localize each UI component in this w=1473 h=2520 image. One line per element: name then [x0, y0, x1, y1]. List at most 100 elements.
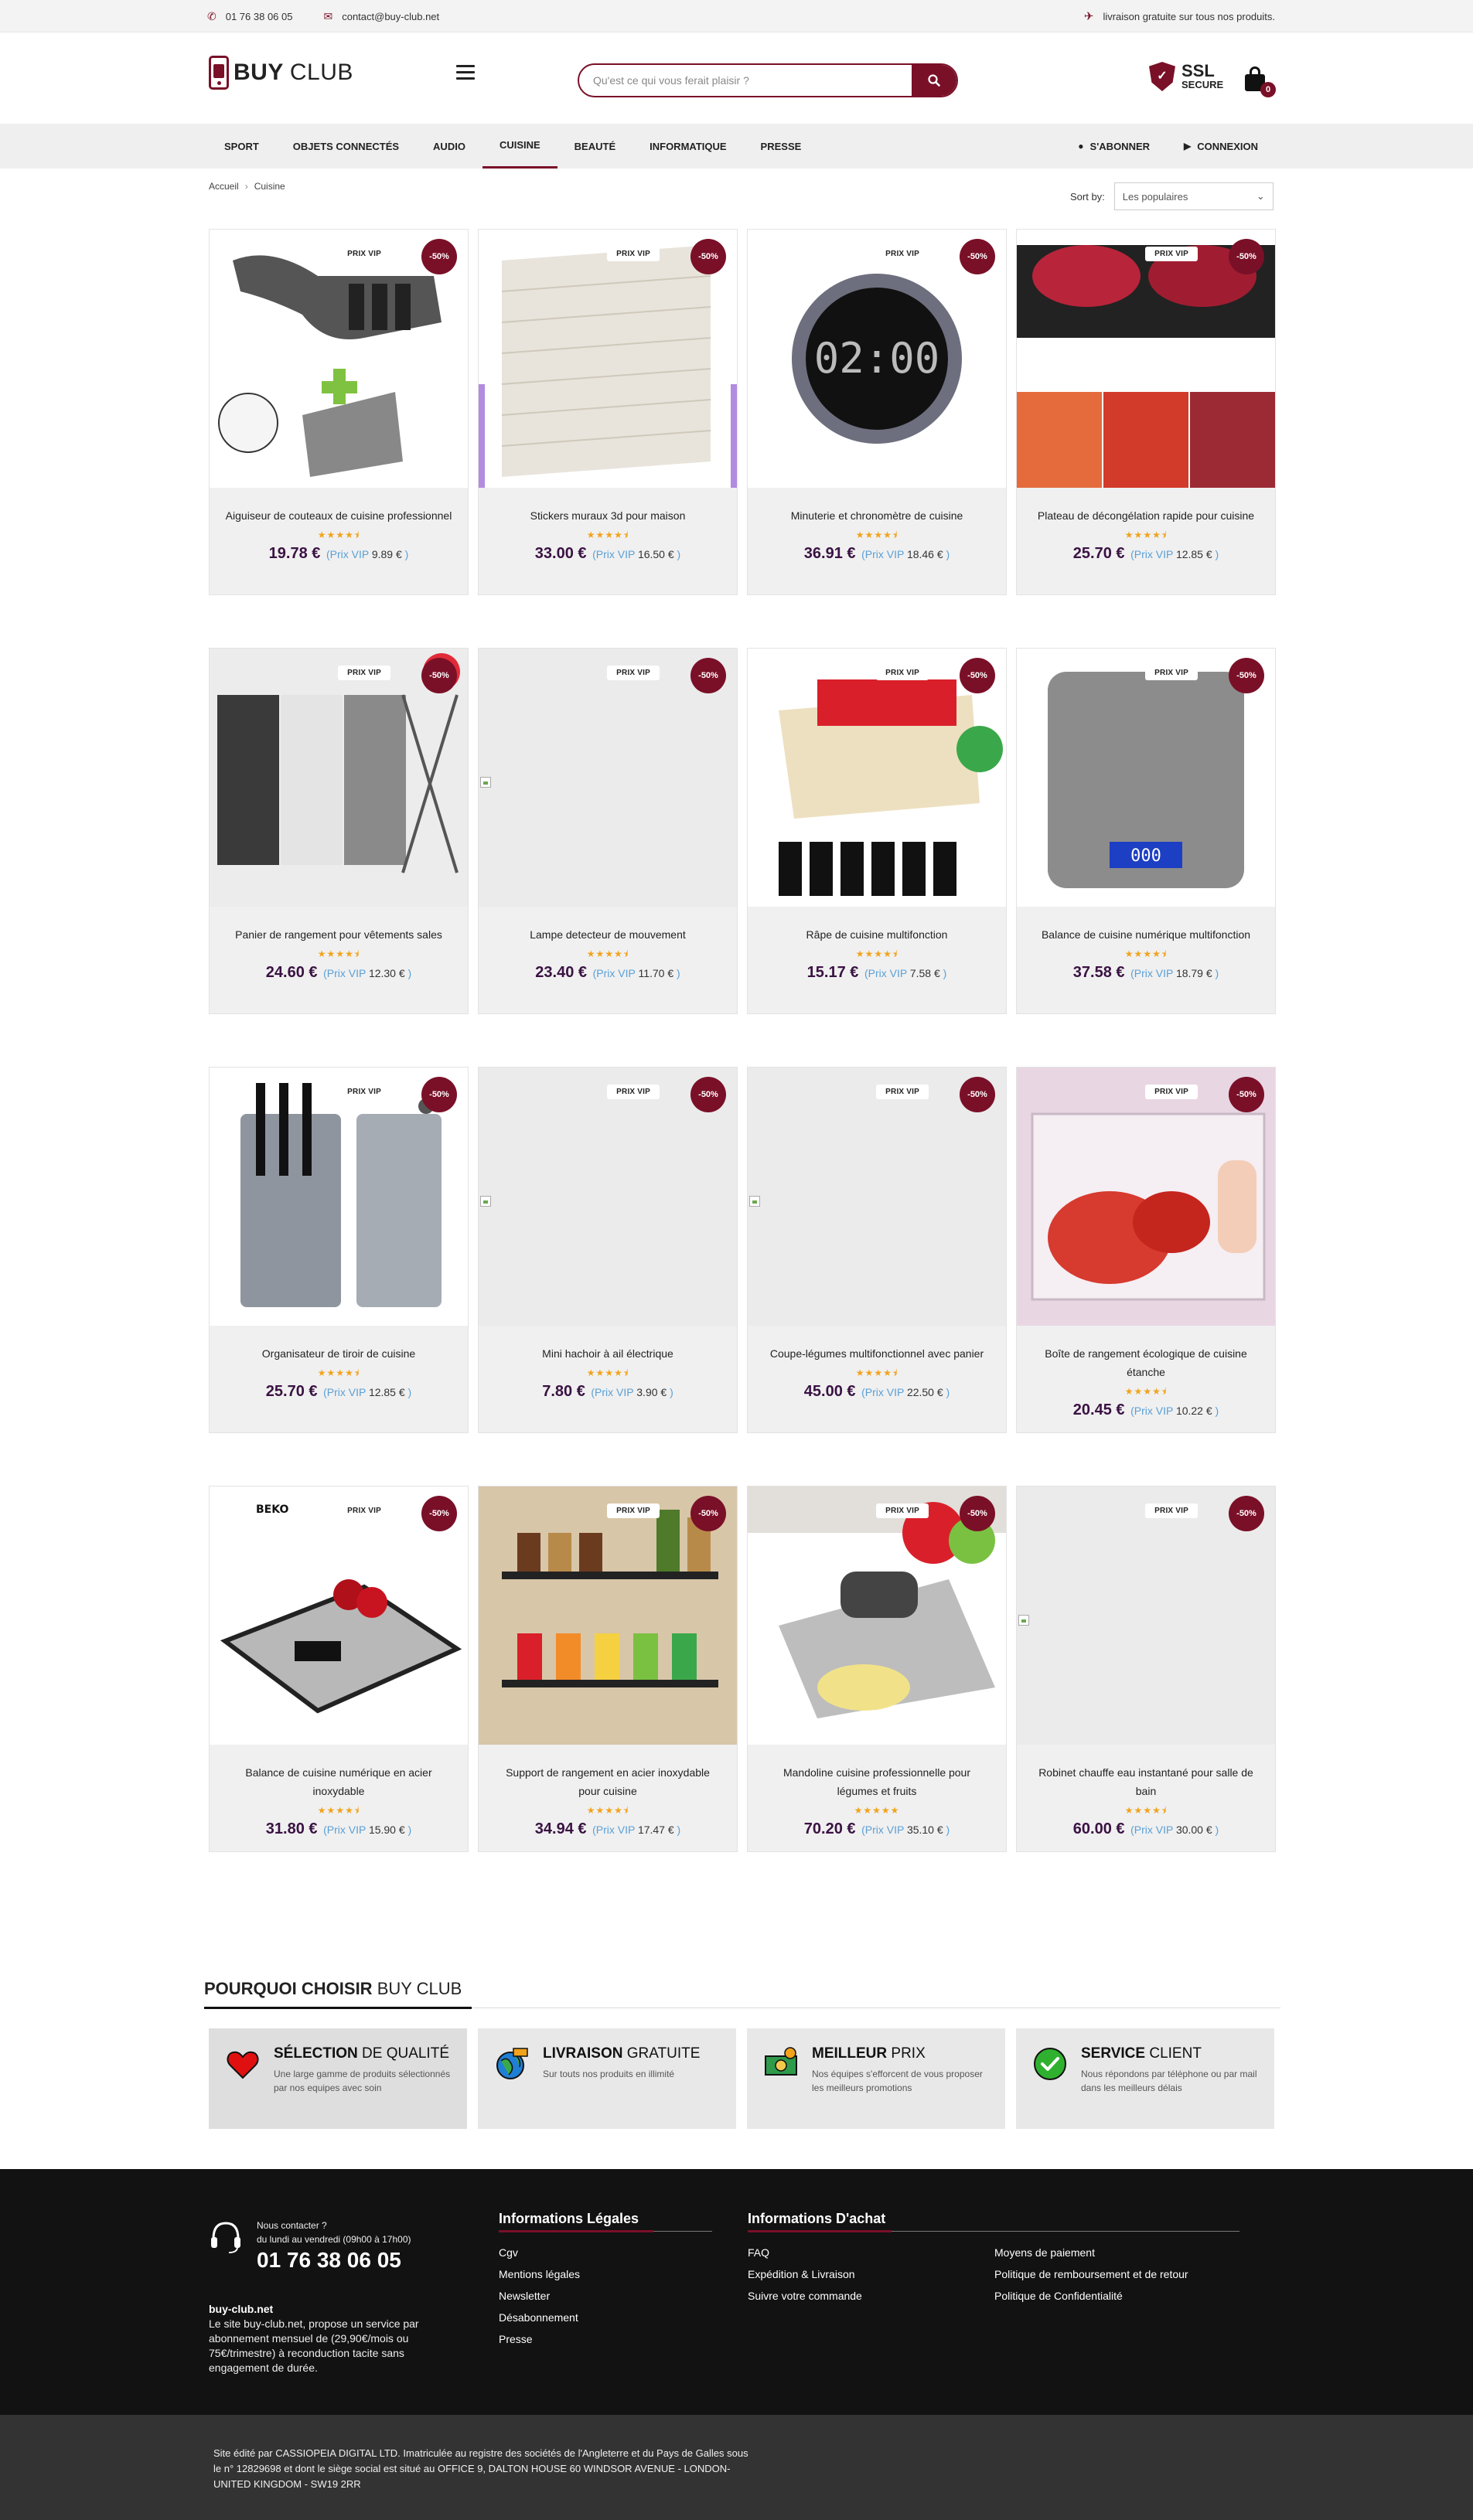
site-logo[interactable]: BUY CLUB: [209, 56, 353, 90]
search-input[interactable]: [579, 65, 912, 96]
product-card[interactable]: 02:00 PRIX VIP -50% Minuterie et chronomètr…: [747, 229, 1007, 595]
product-card[interactable]: PRIX VIP -50% Robinet chauffe eau instanta…: [1016, 1486, 1276, 1852]
search-button[interactable]: [912, 65, 956, 96]
footer-link-confidentialite[interactable]: Politique de Confidentialité: [994, 2290, 1123, 2302]
product-name[interactable]: Coupe-légumes multifonctionnel avec pani…: [763, 1344, 991, 1363]
vip-badge: PRIX VIP: [338, 666, 390, 680]
product-name[interactable]: Organisateur de tiroir de cuisine: [225, 1344, 452, 1363]
product-info: Organisateur de tiroir de cuisine ★★★★⯨ 25…: [225, 1344, 452, 1402]
product-card[interactable]: PRIX VIP -50% Organisateur de tiroir de cu…: [209, 1067, 469, 1433]
discount-badge: -50%: [960, 658, 995, 693]
globe-delivery-icon: [496, 2048, 528, 2079]
nav-item-sport[interactable]: SPORT: [207, 124, 276, 169]
product-name[interactable]: Stickers muraux 3d pour maison: [494, 506, 721, 525]
feature-delivery-text: Sur touts nos produits en illimité: [543, 2069, 675, 2079]
legal-accent: [499, 2230, 653, 2232]
product-name[interactable]: Panier de rangement pour vêtements sales: [225, 925, 452, 944]
vip-badge: PRIX VIP: [607, 247, 660, 261]
product-name[interactable]: Aiguiseur de couteaux de cuisine profess…: [225, 506, 452, 525]
login-label: CONNEXION: [1197, 140, 1258, 152]
vip-badge: PRIX VIP: [876, 1503, 929, 1518]
discount-badge: -50%: [690, 1077, 726, 1112]
menu-icon[interactable]: [456, 65, 475, 80]
product-name[interactable]: Support de rangement en acier inoxydable…: [494, 1763, 721, 1800]
site-footer: Nous contacter ? du lundi au vendredi (0…: [0, 2169, 1473, 2415]
product-name[interactable]: Boîte de rangement écologique de cuisine…: [1032, 1344, 1260, 1381]
product-card[interactable]: PRIX VIP -50% Mini hachoir à ail électriqu…: [478, 1067, 738, 1433]
product-card[interactable]: PRIX VIP -50% Coupe-légumes multifonctionn…: [747, 1067, 1007, 1433]
nav-item-audio[interactable]: AUDIO: [416, 124, 482, 169]
product-price: 15.17 €: [806, 964, 863, 981]
login-link[interactable]: ▶ CONNEXION: [1167, 124, 1275, 169]
footer-link-expedition[interactable]: Expédition & Livraison: [748, 2268, 855, 2280]
feature-service-light: CLIENT: [1149, 2045, 1202, 2062]
vip-price: 3.90 €: [636, 1386, 670, 1398]
money-icon: [765, 2047, 797, 2076]
product-price: 23.40 €: [535, 964, 592, 981]
vip-price: 18.46 €: [906, 548, 946, 560]
product-card[interactable]: PRIX VIP -50% Mandoline cuisine profession…: [747, 1486, 1007, 1852]
cart-button[interactable]: 0: [1243, 63, 1276, 97]
nav-item-beaute[interactable]: BEAUTÉ: [557, 124, 633, 169]
product-name[interactable]: Plateau de décongélation rapide pour cui…: [1032, 506, 1260, 525]
nav-item-informatique[interactable]: INFORMATIQUE: [633, 124, 743, 169]
vip-badge: PRIX VIP: [1145, 1503, 1198, 1518]
footer-link-faq[interactable]: FAQ: [748, 2246, 769, 2259]
nav-item-cuisine[interactable]: CUISINE: [482, 124, 557, 169]
product-card[interactable]: PRIX VIP -50% Support de rangement en acie…: [478, 1486, 738, 1852]
vip-price-close: ): [946, 548, 950, 560]
footer-link-desabonnement[interactable]: Désabonnement: [499, 2311, 578, 2324]
discount-badge: -50%: [1229, 1496, 1264, 1531]
product-card[interactable]: PRIX VIP -50% Stickers muraux 3d pour mais…: [478, 229, 738, 595]
discount-badge: -50%: [960, 1077, 995, 1112]
secure-label: SECURE: [1181, 79, 1224, 90]
footer-about: buy-club.net Le site buy-club.net, propo…: [209, 2302, 441, 2375]
footer-phone[interactable]: 01 76 38 06 05: [257, 2246, 411, 2274]
product-name[interactable]: Balance de cuisine numérique multifoncti…: [1032, 925, 1260, 944]
product-name[interactable]: Balance de cuisine numérique en acier in…: [225, 1763, 452, 1800]
breadcrumb-home[interactable]: Accueil: [209, 181, 239, 192]
vip-price: 12.30 €: [368, 967, 408, 979]
discount-badge: -50%: [421, 1496, 457, 1531]
product-card[interactable]: PRIX VIP -50% Boîte de rangement écologiqu…: [1016, 1067, 1276, 1433]
footer-link-cgv[interactable]: Cgv: [499, 2246, 518, 2259]
footer-link-presse[interactable]: Presse: [499, 2333, 533, 2345]
nav-item-objets-connectes[interactable]: OBJETS CONNECTÉS: [276, 124, 416, 169]
product-price-row: 70.20 € (Prix VIP 35.10 € ): [763, 1819, 991, 1840]
product-name[interactable]: Lampe detecteur de mouvement: [494, 925, 721, 944]
product-card[interactable]: BEKO PRIX VIP -50% Balance de cuisine numér…: [209, 1486, 469, 1852]
footer-link-paiement[interactable]: Moyens de paiement: [994, 2246, 1095, 2259]
footer-link-newsletter[interactable]: Newsletter: [499, 2290, 550, 2302]
product-name[interactable]: Mini hachoir à ail électrique: [494, 1344, 721, 1363]
vip-price: 7.58 €: [909, 967, 943, 979]
product-name[interactable]: Mandoline cuisine professionnelle pour l…: [763, 1763, 991, 1800]
product-name[interactable]: Robinet chauffe eau instantané pour sall…: [1032, 1763, 1260, 1800]
footer-link-mentions[interactable]: Mentions légales: [499, 2268, 580, 2280]
footer-link-remboursement[interactable]: Politique de remboursement et de retour: [994, 2268, 1188, 2280]
shield-icon: [1149, 62, 1175, 91]
discount-badge: -50%: [421, 239, 457, 274]
nav-item-presse[interactable]: PRESSE: [744, 124, 819, 169]
phone-icon: ✆: [207, 9, 217, 22]
vip-price-label: (Prix VIP: [592, 1824, 638, 1836]
product-card[interactable]: PRIX VIP -50% Aiguiseur de couteaux de cui…: [209, 229, 469, 595]
discount-badge: -50%: [690, 239, 726, 274]
purchase-accent: [748, 2230, 892, 2232]
product-card[interactable]: PRIX VIP -50% Râpe de cuisine multifonctio…: [747, 648, 1007, 1014]
sort-selected: Les populaires: [1122, 190, 1188, 203]
footer-link-suivi[interactable]: Suivre votre commande: [748, 2290, 862, 2302]
vip-price-label: (Prix VIP: [1130, 548, 1176, 560]
product-card[interactable]: PRIX VIP -50% Panier de rangement pour vêt…: [209, 648, 469, 1014]
vip-price: 16.50 €: [637, 548, 677, 560]
sort-select[interactable]: Les populaires ⌄: [1113, 182, 1274, 210]
product-card[interactable]: PRIX VIP -50% Plateau de décongélation rap…: [1016, 229, 1276, 595]
product-card[interactable]: PRIX VIP -50% Lampe detecteur de mouvement…: [478, 648, 738, 1014]
topbar-email[interactable]: ✉ contact@buy-club.net: [323, 10, 439, 23]
topbar-phone[interactable]: ✆ 01 76 38 06 05: [207, 10, 292, 23]
vip-price: 12.85 €: [368, 1386, 408, 1398]
product-card[interactable]: 000 PRIX VIP -50% Balance de cuisine numéri…: [1016, 648, 1276, 1014]
product-name[interactable]: Râpe de cuisine multifonction: [763, 925, 991, 944]
subscribe-link[interactable]: ● S'ABONNER: [1061, 124, 1167, 169]
main-nav: SPORT OBJETS CONNECTÉS AUDIO CUISINE BEA…: [0, 124, 1473, 169]
product-name[interactable]: Minuterie et chronomètre de cuisine: [763, 506, 991, 525]
